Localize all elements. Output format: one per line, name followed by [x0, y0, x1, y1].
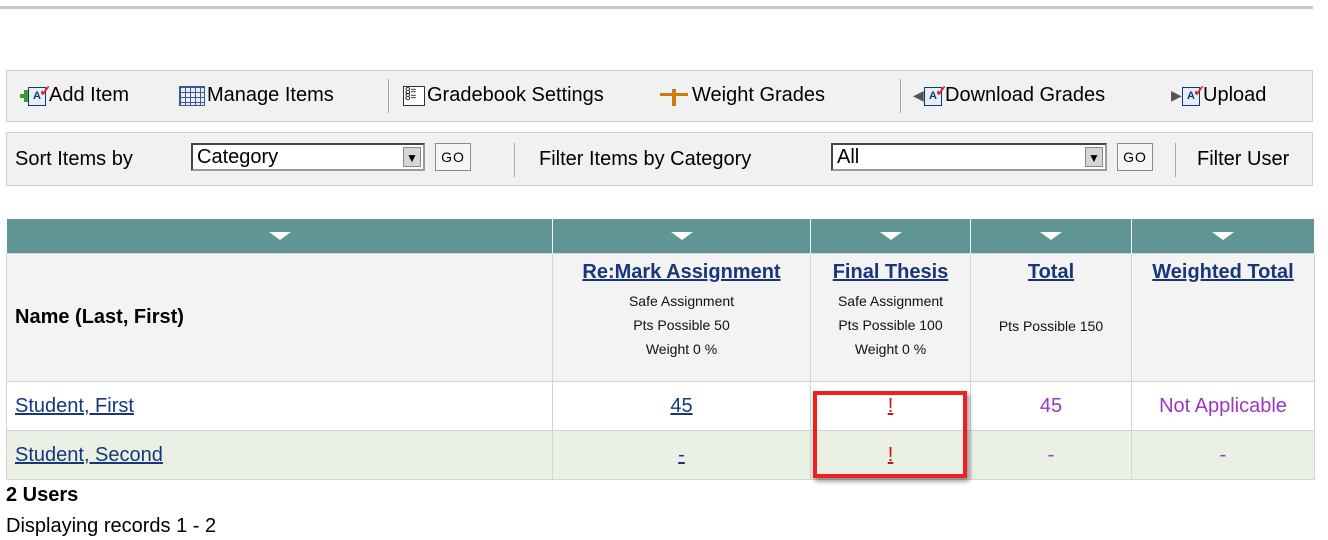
upload-label: Upload — [1203, 84, 1267, 106]
chevron-down-icon[interactable]: ▼ — [1085, 147, 1103, 167]
grade-value[interactable]: - — [678, 444, 685, 466]
gradebook-settings-button[interactable]: 8= 8= Gradebook Settings — [403, 84, 604, 107]
total-header: Total Pts Possible 150 — [970, 253, 1132, 382]
column-menu-toggle[interactable] — [810, 219, 971, 254]
triangle-down-icon — [1040, 232, 1062, 240]
column-points: Pts Possible 50 — [633, 317, 730, 333]
weight-grades-label: Weight Grades — [692, 84, 826, 106]
filter-separator — [514, 143, 515, 177]
weighted-total-header: Weighted Total — [1131, 253, 1315, 382]
scale-icon — [658, 85, 690, 107]
triangle-down-icon — [670, 232, 693, 240]
sort-items-select[interactable]: Category ▼ — [191, 143, 425, 171]
filter-category-label: Filter Items by Category — [539, 148, 752, 170]
triangle-down-icon — [1212, 232, 1234, 240]
toolbar-separator — [900, 79, 901, 113]
highlight-box — [813, 391, 967, 478]
download-icon: ◀ A ✓ — [913, 83, 948, 107]
column-menu-toggle[interactable] — [970, 219, 1132, 254]
remark-assignment-header: Re:Mark Assignment Safe Assignment Pts P… — [552, 253, 811, 382]
column-type: Safe Assignment — [837, 293, 944, 309]
column-points: Pts Possible 100 — [838, 317, 943, 333]
sort-go-button[interactable]: GO — [435, 143, 471, 171]
column-points: Pts Possible 150 — [998, 318, 1104, 334]
download-grades-button[interactable]: ◀ A ✓ Download Grades — [913, 83, 1106, 107]
column-title-link[interactable]: Weighted Total — [1132, 261, 1314, 284]
name-column-header: Name (Last, First) — [6, 253, 553, 382]
column-menu-toggle[interactable] — [1131, 219, 1315, 254]
chevron-down-icon[interactable]: ▼ — [403, 147, 421, 167]
column-menu-toggle[interactable] — [552, 219, 811, 254]
total-cell: - — [970, 430, 1132, 480]
column-title-link[interactable]: Re:Mark Assignment — [553, 261, 810, 284]
filter-go-button[interactable]: GO — [1117, 143, 1153, 171]
filter-category-select[interactable]: All ▼ — [831, 143, 1107, 171]
column-title-link[interactable]: Total — [971, 261, 1131, 284]
download-grades-label: Download Grades — [945, 84, 1106, 106]
student-name-cell: Student, Second — [6, 430, 553, 480]
grade-cell[interactable]: 45 — [552, 381, 811, 431]
sort-items-value: Category — [197, 146, 279, 168]
records-display: Displaying records 1 - 2 — [6, 515, 217, 537]
weight-grades-button[interactable]: Weight Grades — [658, 84, 825, 107]
manage-items-button[interactable]: Manage Items — [179, 84, 334, 107]
filter-bar: Sort Items by Category ▼ GO Filter Items… — [6, 132, 1313, 186]
table-row: Student, Second - ! - - — [6, 430, 1315, 480]
total-cell: 45 — [970, 381, 1132, 431]
grade-value[interactable]: 45 — [670, 395, 692, 417]
final-thesis-header: Final Thesis Safe Assignment Pts Possibl… — [810, 253, 971, 382]
sort-items-label: Sort Items by — [15, 148, 133, 170]
toolbar-separator — [388, 79, 389, 113]
grade-cell[interactable]: - — [552, 430, 811, 480]
filter-separator — [1175, 143, 1176, 177]
add-item-button[interactable]: A ✓ Add Item — [17, 83, 130, 107]
gradebook-grid: Name (Last, First) Re:Mark Assignment Sa… — [6, 219, 1315, 480]
triangle-down-icon — [268, 232, 291, 240]
column-type: Safe Assignment — [628, 293, 735, 309]
column-title-link[interactable]: Final Thesis — [811, 261, 970, 284]
triangle-down-icon — [879, 232, 902, 240]
column-header-row: Name (Last, First) Re:Mark Assignment Sa… — [6, 253, 1315, 382]
table-row: Student, First 45 ! 45 Not Applicable — [6, 381, 1315, 431]
grid-icon — [179, 85, 205, 106]
gradebook-toolbar: A ✓ Add Item Manage Items 8= 8= Gradebook … — [6, 70, 1313, 122]
add-item-icon: A ✓ — [17, 83, 52, 107]
column-menu-row — [6, 219, 1315, 254]
column-menu-toggle[interactable] — [6, 219, 553, 254]
student-name-link[interactable]: Student, Second — [15, 444, 163, 466]
manage-items-label: Manage Items — [207, 84, 334, 106]
column-weight: Weight 0 % — [645, 341, 718, 357]
gradebook-settings-label: Gradebook Settings — [427, 84, 604, 106]
add-item-label: Add Item — [49, 84, 130, 106]
student-name-cell: Student, First — [6, 381, 553, 431]
filter-user-label: Filter User — [1197, 148, 1290, 170]
user-count: 2 Users — [6, 484, 79, 506]
weighted-total-cell: Not Applicable — [1131, 381, 1315, 431]
top-divider — [0, 6, 1313, 9]
settings-list-icon: 8= 8= — [403, 85, 425, 106]
upload-icon: ▶ A ✓ — [1171, 83, 1206, 107]
student-name-link[interactable]: Student, First — [15, 395, 134, 417]
filter-category-value: All — [837, 146, 860, 168]
weighted-total-cell: - — [1131, 430, 1315, 480]
column-weight: Weight 0 % — [854, 341, 927, 357]
upload-button[interactable]: ▶ A ✓ Upload — [1171, 83, 1267, 107]
